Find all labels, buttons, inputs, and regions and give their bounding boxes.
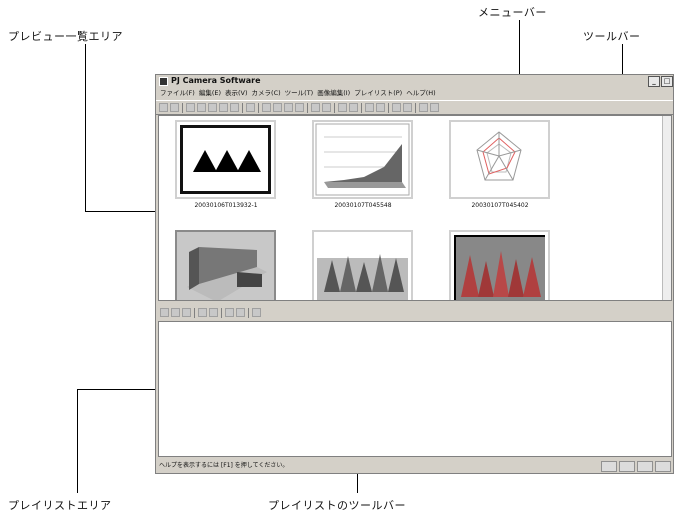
app-icon [159,77,168,86]
menu-edit[interactable]: 編集(E) [199,88,221,99]
playlist-button-6[interactable] [225,308,234,317]
thumbnail-selected[interactable] [175,230,276,300]
maximize-button[interactable]: □ [661,76,673,87]
triangles-icon [193,150,261,172]
toolbar-button-1[interactable] [159,103,168,112]
preview-area-callout: プレビュー一覧エリア [8,30,123,43]
toolbar-separator [388,102,389,113]
playlist-button-7[interactable] [236,308,245,317]
toolbar-button-4[interactable] [197,103,206,112]
toolbar-separator [194,307,195,318]
menu-tools[interactable]: ツール(T) [285,88,314,99]
toolbar-button-13[interactable] [403,103,412,112]
cone-chart-icon [317,254,408,300]
toolbar-button-7[interactable] [230,103,239,112]
toolbar-separator [182,102,183,113]
playlist-area-callout: プレイリストエリア [8,499,112,512]
zoom-out-icon[interactable] [273,103,282,112]
title-bar: PJ Camera Software _ □ [156,75,673,87]
thumbnail-caption: 20030107T045402 [471,202,529,209]
toolbar-button-14[interactable] [419,103,428,112]
triangles-slide-image [180,125,271,194]
toolbar-separator [415,102,416,113]
toolbar-separator [242,102,243,113]
menu-help[interactable]: ヘルプ(H) [406,88,435,99]
preview-list-area: 20030106T013932-1 20030107T045548 200301… [158,115,672,301]
open-folder-icon[interactable] [171,308,180,317]
status-cell [619,461,635,472]
toolbar-separator [307,102,308,113]
status-text: ヘルプを表示するには [F1] を押してください。 [159,462,289,469]
playlist-leader-v [77,389,78,493]
save-playlist-icon[interactable] [182,308,191,317]
toolbar-button-9[interactable] [322,103,331,112]
toolbar-button-3[interactable] [186,103,195,112]
thumbnail[interactable] [312,120,413,199]
next-icon[interactable] [376,103,385,112]
new-playlist-icon[interactable] [160,308,169,317]
toolbar-button-8[interactable] [311,103,320,112]
status-bar: ヘルプを表示するには [F1] を押してください。 [156,459,673,473]
zoom-in-icon[interactable] [262,103,271,112]
save-icon[interactable] [246,103,255,112]
preview-scrollbar[interactable] [662,116,671,300]
toolbar-button-10[interactable] [338,103,347,112]
menu-image-edit[interactable]: 画像編集(I) [317,88,350,99]
menubar-callout: メニューバー [478,6,547,19]
thumbnail-caption: 20030106T013932-1 [194,202,258,209]
toolbar-button-6[interactable] [219,103,228,112]
playlist-area[interactable] [158,321,672,457]
previous-icon[interactable] [365,103,374,112]
status-cell [637,461,653,472]
thumbnail-caption: 20030107T045548 [334,202,392,209]
menu-camera[interactable]: カメラ(C) [252,88,281,99]
main-toolbar [156,100,673,115]
area-chart-icon [315,123,410,196]
playlist-toolbar-callout: プレイリストのツールバー [268,499,406,512]
playlist-button-5[interactable] [209,308,218,317]
status-cell [601,461,617,472]
menu-bar: ファイル(F) 編集(E) 表示(V) カメラ(C) ツール(T) 画像編集(I… [156,88,673,99]
toolbar-button-5[interactable] [208,103,217,112]
toolbar-callout: ツールバー [583,30,641,43]
fit-icon[interactable] [295,103,304,112]
playlist-button-4[interactable] [198,308,207,317]
toolbar-button-12[interactable] [392,103,401,112]
thumbnail[interactable] [449,230,550,300]
thumbnail[interactable] [449,120,550,199]
thumbnail[interactable] [175,120,276,199]
app-window: PJ Camera Software _ □ ファイル(F) 編集(E) 表示(… [155,74,674,474]
playlist-leader-h [77,389,167,390]
menu-file[interactable]: ファイル(F) [160,88,195,99]
toolbar-separator [361,102,362,113]
rotate-icon[interactable] [284,103,293,112]
menu-playlist[interactable]: プレイリスト(P) [354,88,402,99]
status-cell [655,461,671,472]
toolbar-button-11[interactable] [349,103,358,112]
window-title: PJ Camera Software [171,76,261,85]
preview-leader-v [85,44,86,212]
playlist-toolbar [158,306,672,319]
radar-chart-icon [476,131,522,181]
thumbnail[interactable] [312,230,413,300]
cone-chart-icon [456,237,545,300]
toolbar-separator [248,307,249,318]
playlist-button-8[interactable] [252,308,261,317]
toolbar-separator [334,102,335,113]
cone-chart-frame [454,235,545,300]
toolbar-button-2[interactable] [170,103,179,112]
toolbar-separator [258,102,259,113]
menu-view[interactable]: 表示(V) [225,88,248,99]
minimize-button[interactable]: _ [648,76,660,87]
3d-bar-chart-icon [177,232,274,300]
toolbar-button-15[interactable] [430,103,439,112]
toolbar-separator [221,307,222,318]
